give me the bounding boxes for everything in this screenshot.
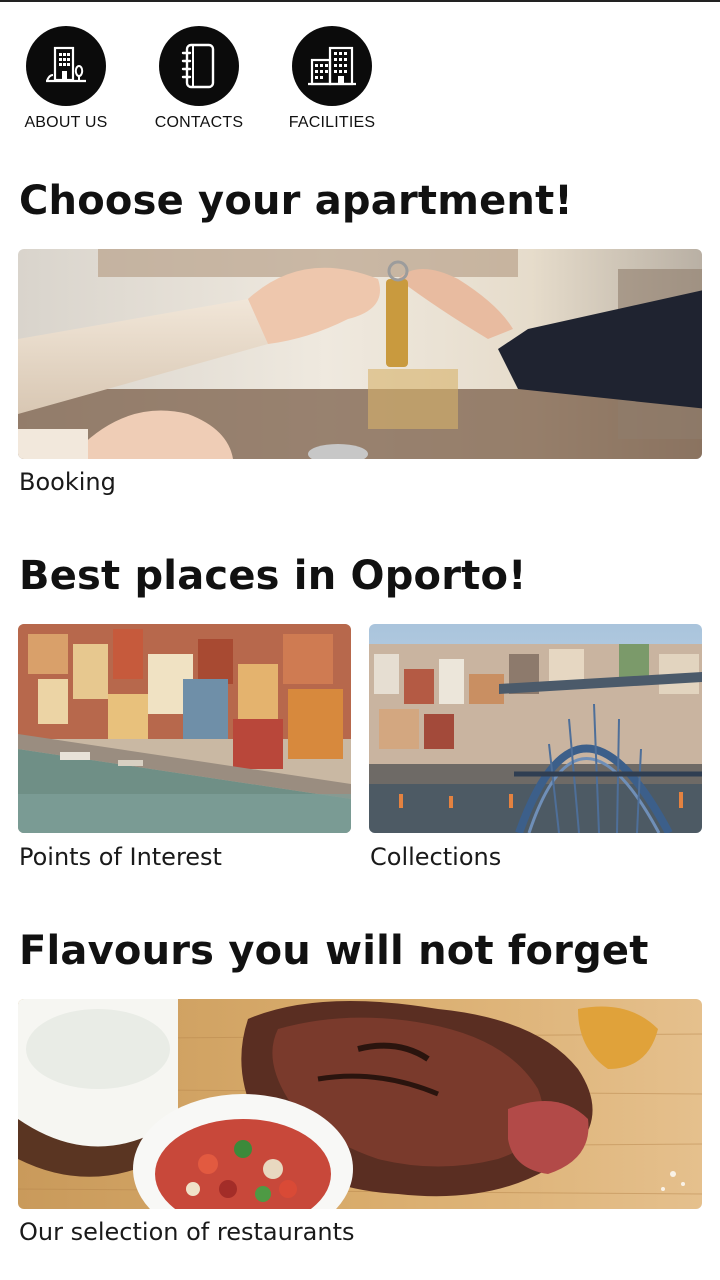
restaurants-card-image[interactable] [18, 999, 702, 1209]
about-us-label: ABOUT US [24, 114, 108, 131]
section-title-flavours: Flavours you will not forget [19, 928, 649, 974]
booking-card-image[interactable] [18, 249, 702, 459]
collections-caption: Collections [370, 843, 502, 871]
office-buildings-icon [292, 26, 372, 106]
restaurants-caption: Our selection of restaurants [19, 1218, 355, 1246]
points-of-interest-caption: Points of Interest [19, 843, 222, 871]
about-us-button[interactable]: ABOUT US [16, 26, 116, 132]
quick-nav: ABOUT US CONTACTS FACILITIES [0, 26, 720, 146]
address-book-icon [159, 26, 239, 106]
facilities-button[interactable]: FACILITIES [282, 26, 382, 132]
collections-card-image[interactable] [369, 624, 702, 833]
contacts-button[interactable]: CONTACTS [149, 26, 249, 132]
section-title-places: Best places in Oporto! [19, 553, 527, 599]
facilities-label: FACILITIES [288, 114, 376, 131]
section-title-apartment: Choose your apartment! [19, 178, 573, 224]
booking-caption: Booking [19, 468, 116, 496]
points-of-interest-card-image[interactable] [18, 624, 351, 833]
contacts-label: CONTACTS [154, 114, 244, 131]
building-tree-icon [26, 26, 106, 106]
top-border [0, 0, 720, 2]
